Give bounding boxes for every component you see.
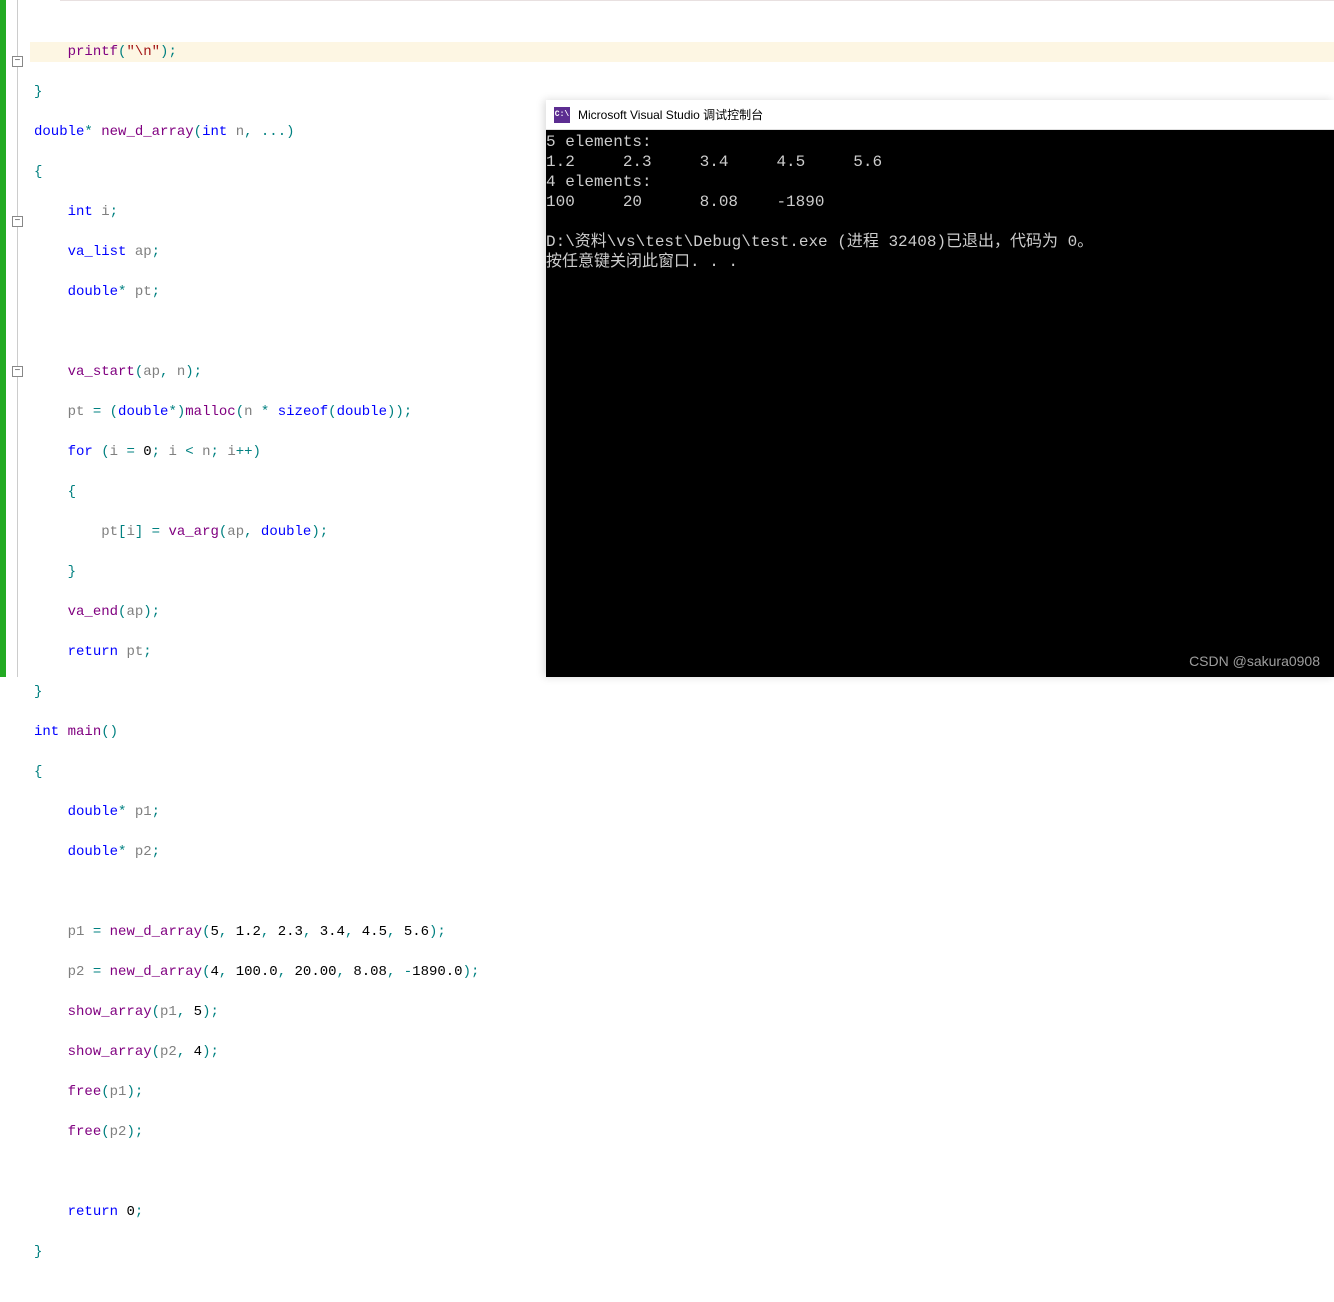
- editor-gutter[interactable]: − − −: [6, 0, 30, 677]
- code-line[interactable]: [30, 1162, 1334, 1182]
- code-line[interactable]: free(p1);: [30, 1082, 1334, 1102]
- console-line: 100 20 8.08 -1890: [546, 193, 824, 211]
- code-line[interactable]: return 0;: [30, 1202, 1334, 1222]
- code-line[interactable]: p2 = new_d_array(4, 100.0, 20.00, 8.08, …: [30, 962, 1334, 982]
- console-line: 5 elements:: [546, 133, 652, 151]
- code-line[interactable]: }: [30, 82, 1334, 102]
- code-line[interactable]: }: [30, 682, 1334, 702]
- console-line: 1.2 2.3 3.4 4.5 5.6: [546, 153, 882, 171]
- fold-icon[interactable]: −: [12, 366, 23, 377]
- code-line[interactable]: p1 = new_d_array(5, 1.2, 2.3, 3.4, 4.5, …: [30, 922, 1334, 942]
- code-line[interactable]: }: [30, 1242, 1334, 1262]
- code-line[interactable]: show_array(p1, 5);: [30, 1002, 1334, 1022]
- code-line[interactable]: {: [30, 762, 1334, 782]
- code-line[interactable]: free(p2);: [30, 1122, 1334, 1142]
- console-titlebar[interactable]: C:\ Microsoft Visual Studio 调试控制台: [546, 100, 1334, 130]
- code-line[interactable]: show_array(p2, 4);: [30, 1042, 1334, 1062]
- console-output[interactable]: 5 elements: 1.2 2.3 3.4 4.5 5.6 4 elemen…: [546, 130, 1334, 677]
- fold-icon[interactable]: −: [12, 56, 23, 67]
- console-line: 4 elements:: [546, 173, 652, 191]
- gutter-line: [17, 0, 18, 677]
- code-line[interactable]: [30, 882, 1334, 902]
- code-line[interactable]: int main(): [30, 722, 1334, 742]
- code-line[interactable]: printf("\n");: [30, 42, 1334, 62]
- console-line: D:\资料\vs\test\Debug\test.exe (进程 32408)已…: [546, 233, 1093, 251]
- code-line[interactable]: double* p2;: [30, 842, 1334, 862]
- vs-console-icon: C:\: [554, 107, 570, 123]
- code-line[interactable]: double* p1;: [30, 802, 1334, 822]
- console-title: Microsoft Visual Studio 调试控制台: [578, 106, 763, 123]
- console-line: 按任意键关闭此窗口. . .: [546, 253, 738, 271]
- debug-console-window[interactable]: C:\ Microsoft Visual Studio 调试控制台 5 elem…: [546, 100, 1334, 677]
- separator: [60, 0, 1334, 1]
- fold-icon[interactable]: −: [12, 216, 23, 227]
